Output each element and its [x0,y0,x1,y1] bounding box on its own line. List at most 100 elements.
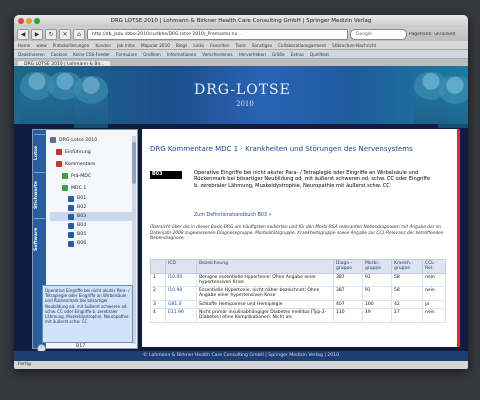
cell: 2 [150,286,166,301]
cell: 387 [333,272,363,288]
cell-icd[interactable]: E11.90 [165,308,197,323]
ext-item[interactable]: Informationen [167,52,196,57]
reload-icon[interactable]: ↻ [45,28,57,40]
window-title: DRG LOTSE 2010 | Lohmann & Birkner Healt… [110,18,372,24]
cell: 3 [150,299,166,310]
definition-link[interactable]: Zum Definitionshandbuch B03 » [194,213,271,218]
address-bar[interactable]: http://db_jadu.dzbo-2010/cudbhe/DRG lots… [87,28,348,40]
col-header: ICD [165,259,197,274]
cell-icd[interactable]: I10.00 [165,272,197,288]
tree-item-b01[interactable]: B01 [50,194,132,203]
cell: Essentielle Hypertonie, nicht näher beze… [196,286,334,301]
bookmark-item[interactable]: Links [193,43,204,48]
ext-item[interactable]: Cookies [51,52,67,57]
back-icon[interactable]: ◀ [17,28,29,40]
tab-lotse[interactable]: Lotse [34,134,45,171]
folder-icon [62,173,68,179]
ext-item[interactable]: Hervorheben [239,52,266,57]
cell: 110 [333,308,363,323]
tree-item-mdc1[interactable]: MDC 1 [50,182,132,194]
cell: nein [422,308,446,323]
col-header [150,259,166,274]
bookmark-item[interactable]: www [36,43,46,48]
cell: Schlaffe Hemiparese und Hemiplegie [196,299,334,310]
tree-item-b17[interactable]: B17 [76,344,85,349]
tree-item-b06[interactable]: B06 [50,239,132,248]
col-header: CCL-Rel. [422,259,446,274]
ext-item[interactable]: Formulare [116,52,137,57]
table-header-row: ICD Bezeichnung Diagn.-gruppe Morbi.-gru… [150,259,446,274]
bookmark-item[interactable]: Mapular 2010 [141,43,170,48]
cell: Nicht primär insulinabhängiger Diabetes … [196,308,334,323]
forward-icon[interactable]: ▶ [31,28,43,40]
zoom-icon[interactable] [34,18,40,24]
bookmarks-bar: Home www Protokollierungen Kunden Job In… [14,41,468,50]
pagerank-label: PageRank: unranked [409,31,456,37]
bookmark-item[interactable]: Job Infos [117,43,135,48]
surgeon-image [438,76,468,128]
cell: 19 [362,308,392,323]
cell: 17 [391,308,423,323]
tree-item-b05[interactable]: B05 [50,230,132,239]
content-scrollbar[interactable] [457,129,460,347]
page-icon [68,240,74,247]
bookmark-item[interactable]: Collaborationsgarment [278,43,326,48]
ext-item[interactable]: Größe [272,52,285,57]
table-row[interactable]: 4 E11.90 Nicht primär insulinabhängiger … [150,308,446,323]
logo-year: 2010 [236,100,254,108]
cell: 42 [391,299,423,310]
tree-item-einfuehrung[interactable]: Einführung [50,146,132,158]
tree-item-b03[interactable]: B03 [50,212,132,221]
search-input[interactable]: Google [350,28,407,40]
close-icon[interactable] [18,18,24,24]
tab-software[interactable]: Software [34,218,45,259]
tab-stichworte[interactable]: Stichworte [34,172,45,217]
bookmark-item[interactable]: Stibrochen-Nachricht [332,43,376,48]
tree-item-kommentare[interactable]: Kommentare [50,158,132,170]
ext-item[interactable]: Quelltext [310,52,329,57]
browser-window: DRG LOTSE 2010 | Lohmann & Birkner Healt… [14,15,468,369]
bookmark-item[interactable]: Home [18,43,30,48]
folder-icon [50,137,56,143]
status-bar: Fertig [14,361,468,369]
scrollbar-thumb[interactable] [132,142,136,184]
bookmark-item[interactable]: Sonstiges [252,43,272,48]
bookmark-item[interactable]: Tools [236,43,246,48]
bookmark-item[interactable]: Kunden [95,43,111,48]
webdev-toolbar: Deaktivieren Cookies Keine CSS-Feeder Fo… [14,50,468,59]
page-icon [68,213,74,220]
cell: 58 [391,272,423,288]
cell: ja [422,299,446,310]
table-row[interactable]: 1 I10.00 Benigne essentielle Hypertonie:… [150,272,446,288]
ext-item[interactable]: Keine CSS-Feeder [73,52,110,57]
page-icon [68,231,74,238]
stop-icon[interactable]: ✕ [59,28,71,40]
bookmark-item[interactable]: Blogs [176,43,187,48]
page-footer: © Lohmann & Birkner Health Care Consulti… [14,351,468,361]
bookmark-item[interactable]: Favoriten [210,43,229,48]
tree-item-drg-lotse[interactable]: DRG-Lotse 2010 [50,134,132,146]
page-icon [68,204,74,211]
table-row[interactable]: 2 I10.90 Essentielle Hypertonie, nicht n… [150,286,446,301]
home-icon[interactable]: ⌂ [73,28,85,40]
tree-item-b04[interactable]: B04 [50,221,132,230]
cell-icd[interactable]: G81.0 [165,299,197,310]
ext-item[interactable]: Extras [291,52,304,57]
tree-item-b02[interactable]: B02 [50,203,132,212]
ext-item[interactable]: Deaktivieren [18,52,45,57]
header-banner: DRG-LOTSE 2010 [14,66,468,128]
tree-item-prae-mdc[interactable]: Prä-MDC [50,170,132,182]
cell: 4 [150,308,166,323]
col-header: Bezeichnung [196,259,334,274]
bookmark-item[interactable]: Protokollierungen [53,43,90,48]
book-icon [56,161,62,167]
ext-item[interactable]: Verschiedenes [202,52,232,57]
window-controls[interactable] [18,18,40,24]
nav-tree: DRG-Lotse 2010 Einführung Kommentare Prä… [50,134,132,248]
col-header: Morbi.-gruppe [362,259,392,274]
cell: 91 [362,286,392,301]
minimize-icon[interactable] [26,18,32,24]
ext-item[interactable]: Grafiken [143,52,161,57]
table-row[interactable]: 3 G81.0 Schlaffe Hemiparese und Hemipleg… [150,299,446,310]
cell-icd[interactable]: I10.90 [165,286,197,301]
